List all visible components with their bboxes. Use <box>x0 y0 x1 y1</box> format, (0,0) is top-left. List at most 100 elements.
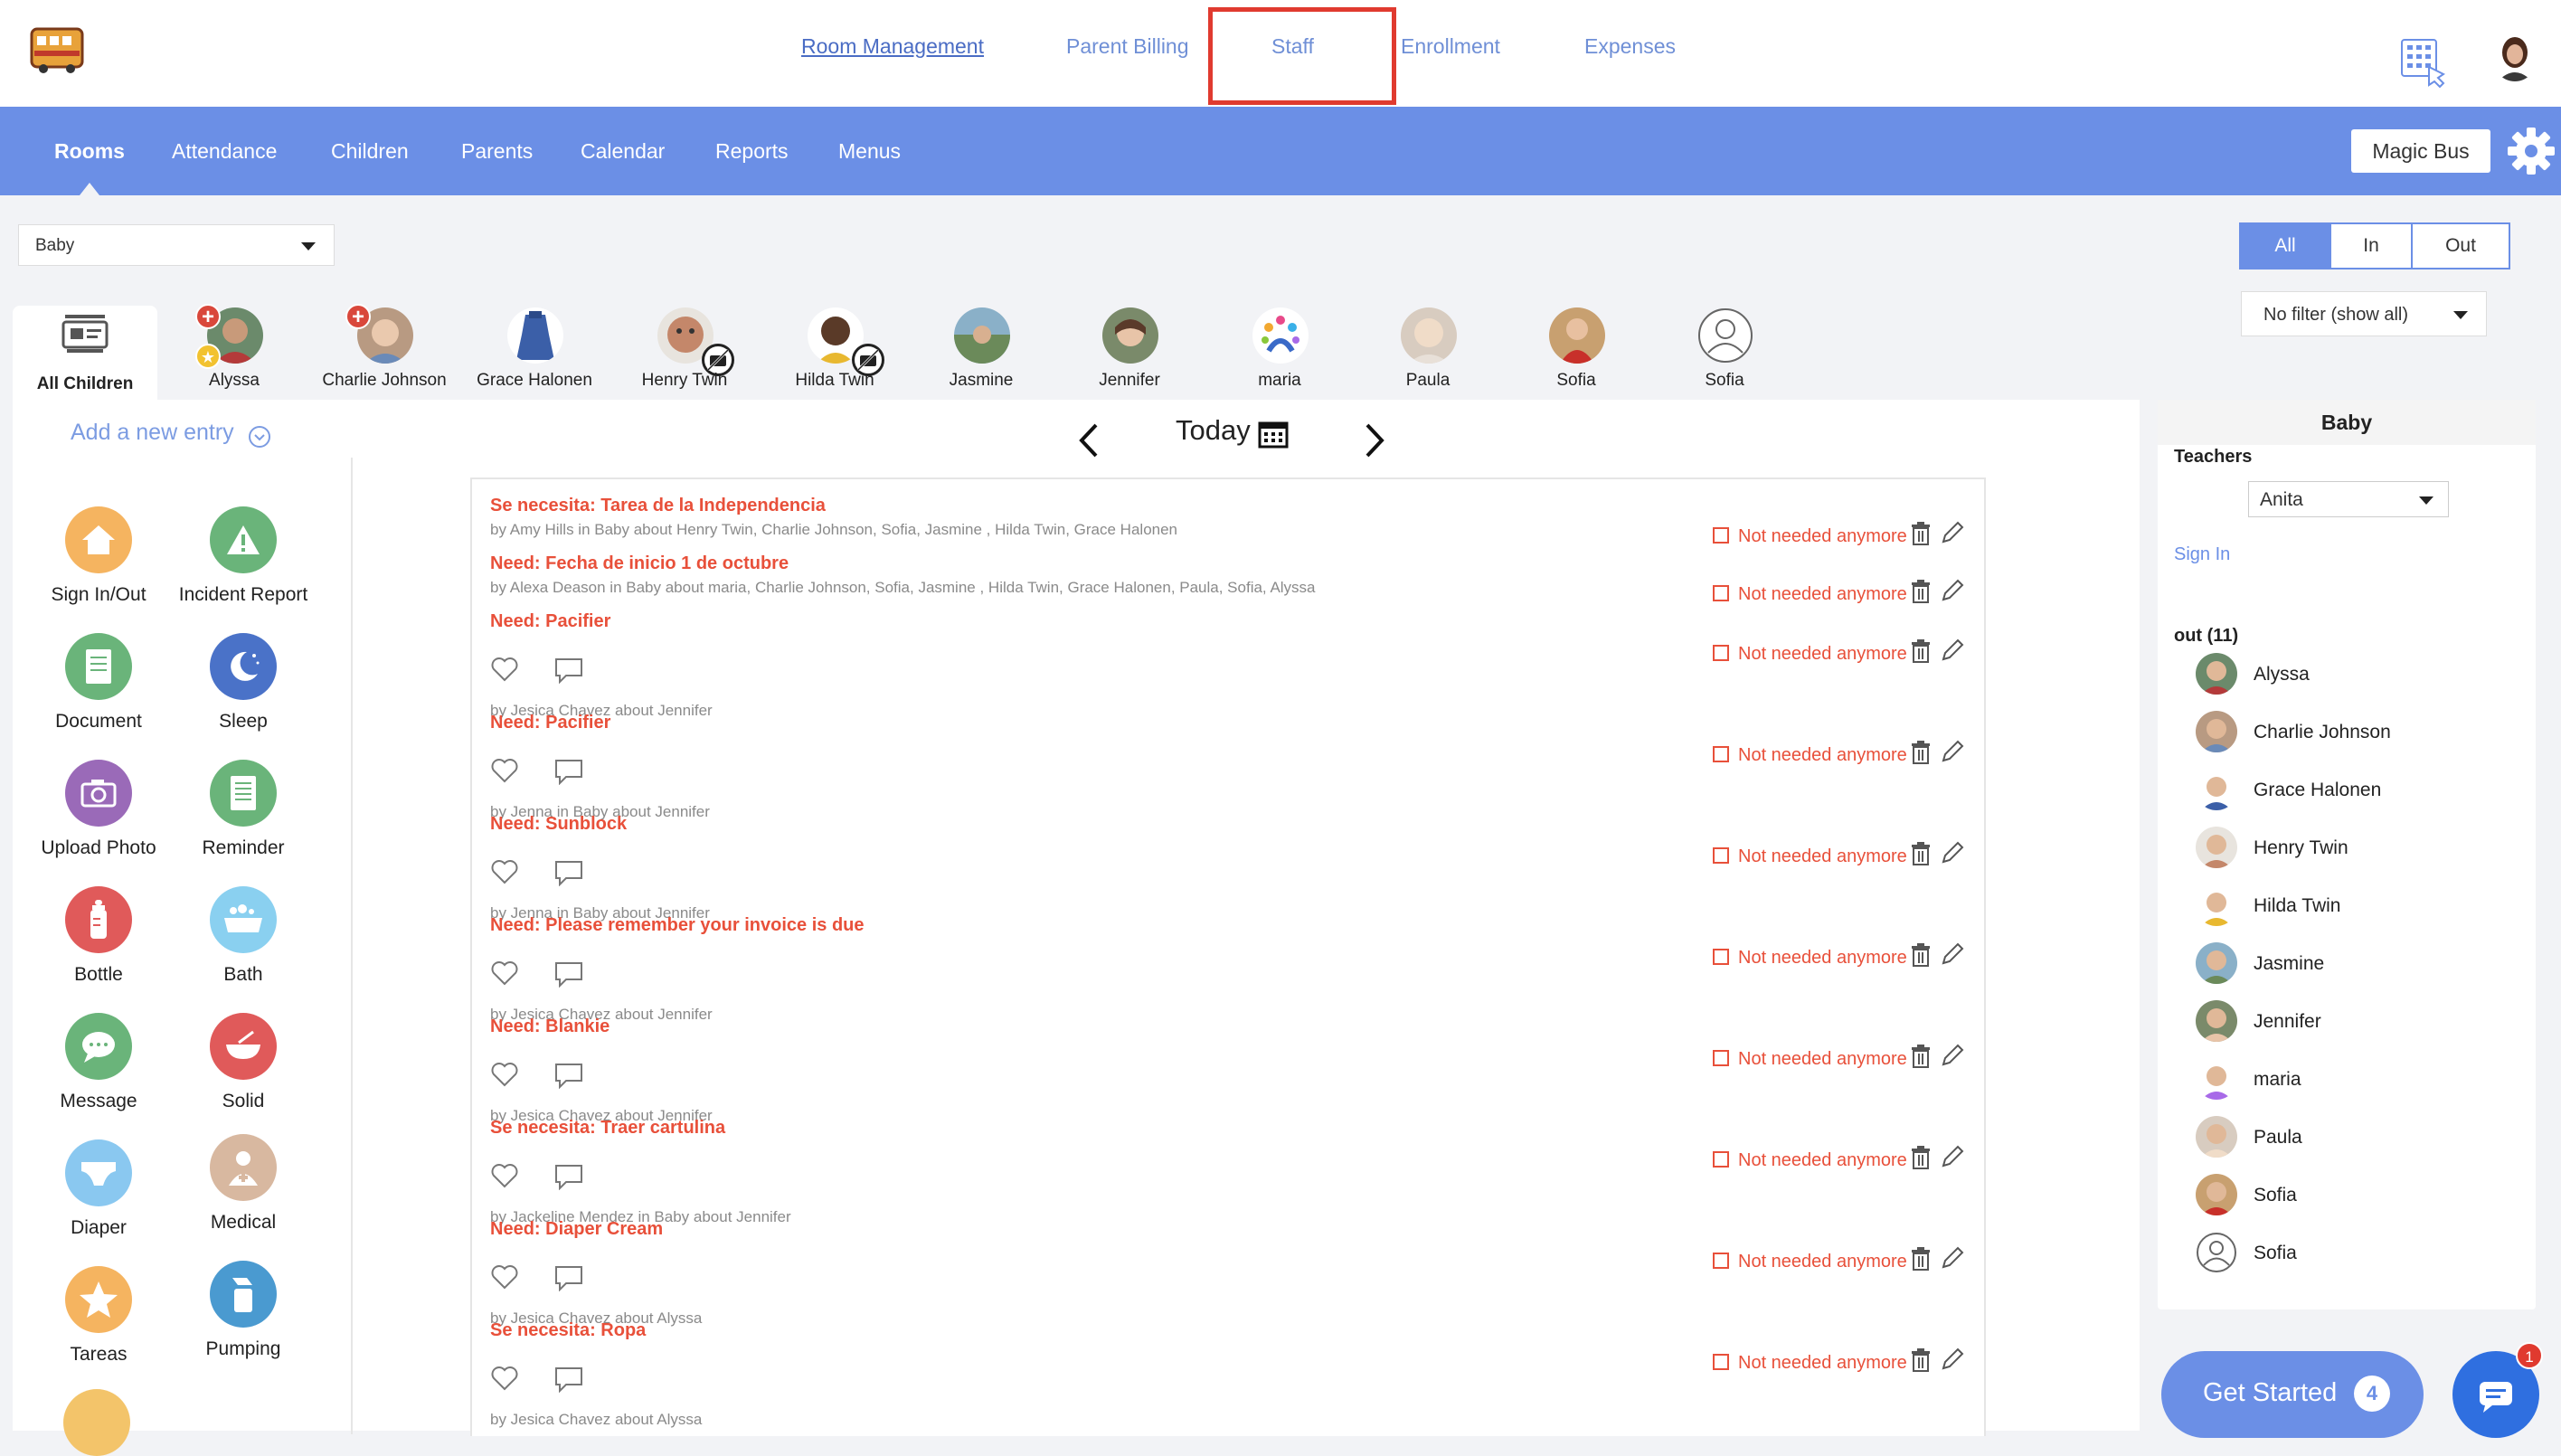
out-child-row[interactable]: Hilda Twin <box>2196 884 2521 933</box>
calendar-icon[interactable] <box>1258 420 1289 449</box>
comment-icon[interactable] <box>553 1062 584 1089</box>
entry-title[interactable]: Need: Fecha de inicio 1 de octubre <box>490 553 789 574</box>
trash-icon[interactable] <box>1910 1145 1932 1170</box>
pencil-icon[interactable] <box>1941 1347 1964 1371</box>
out-child-row[interactable]: Paula <box>2196 1116 2521 1165</box>
comment-icon[interactable] <box>553 758 584 785</box>
out-child-row[interactable]: Grace Halonen <box>2196 769 2521 818</box>
out-child-row[interactable]: Jasmine <box>2196 942 2521 991</box>
not-needed-checkbox[interactable]: Not needed anymore <box>1713 1252 1907 1272</box>
user-avatar[interactable] <box>2492 33 2537 81</box>
action-more-icon[interactable] <box>63 1389 130 1456</box>
topnav-parent-billing[interactable]: Parent Billing <box>1066 33 1189 60</box>
child-sofia-2[interactable]: Sofia <box>1648 304 1801 394</box>
teacher-select[interactable]: Anita <box>2248 481 2449 517</box>
heart-icon[interactable] <box>490 1060 519 1089</box>
out-child-row[interactable]: Alyssa <box>2196 653 2521 702</box>
action-message[interactable]: Message <box>31 1009 166 1127</box>
child-charlie-johnson[interactable]: + Charlie Johnson <box>307 304 461 394</box>
child-alyssa[interactable]: + ★ Alyssa <box>157 304 311 394</box>
gear-icon[interactable] <box>2507 127 2556 175</box>
entry-title[interactable]: Need: Pacifier <box>490 713 610 733</box>
pencil-icon[interactable] <box>1941 521 1964 544</box>
action-sign-in-out[interactable]: Sign In/Out <box>31 503 166 620</box>
pencil-icon[interactable] <box>1941 638 1964 662</box>
not-needed-checkbox[interactable]: Not needed anymore <box>1713 745 1907 766</box>
entry-title[interactable]: Need: Please remember your invoice is du… <box>490 915 865 936</box>
not-needed-checkbox[interactable]: Not needed anymore <box>1713 1150 1907 1171</box>
nav-rooms[interactable]: Rooms <box>54 137 125 165</box>
entry-title[interactable]: Se necesita: Ropa <box>490 1320 646 1341</box>
action-reminder[interactable]: Reminder <box>175 756 311 874</box>
all-children-tab[interactable]: All Children <box>13 306 157 400</box>
nav-calendar[interactable]: Calendar <box>581 137 665 165</box>
action-incident-report[interactable]: Incident Report <box>175 503 311 620</box>
action-diaper[interactable]: Diaper <box>31 1136 166 1253</box>
heart-icon[interactable] <box>490 655 519 684</box>
keypad-icon[interactable] <box>2400 36 2447 89</box>
comment-icon[interactable] <box>553 859 584 886</box>
nav-children[interactable]: Children <box>331 137 409 165</box>
child-jennifer[interactable]: Jennifer <box>1053 304 1206 394</box>
child-jasmine[interactable]: Jasmine <box>904 304 1058 394</box>
child-paula[interactable]: Paula <box>1351 304 1505 394</box>
heart-icon[interactable] <box>490 959 519 988</box>
out-child-row[interactable]: maria <box>2196 1058 2521 1107</box>
nav-attendance[interactable]: Attendance <box>172 137 277 165</box>
trash-icon[interactable] <box>1910 1044 1932 1069</box>
child-grace-halonen[interactable]: Grace Halonen <box>458 304 611 394</box>
room-select[interactable]: Baby <box>18 224 335 266</box>
not-needed-checkbox[interactable]: Not needed anymore <box>1713 948 1907 969</box>
trash-icon[interactable] <box>1910 579 1932 604</box>
pencil-icon[interactable] <box>1941 740 1964 763</box>
action-bath[interactable]: Bath <box>175 883 311 1000</box>
not-needed-checkbox[interactable]: Not needed anymore <box>1713 1353 1907 1374</box>
child-hilda-twin[interactable]: Hilda Twin <box>758 304 912 394</box>
trash-icon[interactable] <box>1910 1347 1932 1373</box>
entry-title[interactable]: Need: Diaper Cream <box>490 1219 663 1240</box>
trash-icon[interactable] <box>1910 1246 1932 1272</box>
not-needed-checkbox[interactable]: Not needed anymore <box>1713 584 1907 605</box>
heart-icon[interactable] <box>490 1161 519 1190</box>
topnav-room-management[interactable]: Room Management <box>801 33 984 60</box>
comment-icon[interactable] <box>553 1366 584 1393</box>
out-child-row[interactable]: Sofia <box>2196 1174 2521 1223</box>
trash-icon[interactable] <box>1910 942 1932 968</box>
pencil-icon[interactable] <box>1941 1145 1964 1168</box>
nav-parents[interactable]: Parents <box>461 137 533 165</box>
filter-all-button[interactable]: All <box>2239 222 2331 269</box>
out-child-row[interactable]: Sofia <box>2196 1232 2521 1281</box>
filter-in-button[interactable]: In <box>2329 222 2413 269</box>
date-label[interactable]: Today <box>1176 414 1251 447</box>
school-name-button[interactable]: Magic Bus <box>2351 129 2490 173</box>
action-sleep[interactable]: Sleep <box>175 629 311 747</box>
nav-menus[interactable]: Menus <box>838 137 901 165</box>
not-needed-checkbox[interactable]: Not needed anymore <box>1713 526 1907 547</box>
action-document[interactable]: Document <box>31 629 166 747</box>
action-pumping[interactable]: Pumping <box>175 1257 311 1375</box>
entry-title[interactable]: Se necesita: Tarea de la Independencia <box>490 496 826 516</box>
chevron-right-icon[interactable] <box>1358 418 1391 463</box>
add-new-entry-link[interactable]: Add a new entry <box>71 420 234 446</box>
status-filter-select[interactable]: No filter (show all) <box>2241 291 2487 336</box>
entry-title[interactable]: Se necesita: Traer cartulina <box>490 1118 725 1139</box>
comment-icon[interactable] <box>553 657 584 684</box>
nav-reports[interactable]: Reports <box>715 137 789 165</box>
not-needed-checkbox[interactable]: Not needed anymore <box>1713 1049 1907 1070</box>
out-child-row[interactable]: Charlie Johnson <box>2196 711 2521 760</box>
child-maria[interactable]: maria <box>1203 304 1356 394</box>
action-tareas[interactable]: Tareas <box>31 1262 166 1380</box>
trash-icon[interactable] <box>1910 521 1932 546</box>
chevron-down-circle-icon[interactable] <box>248 425 271 449</box>
filter-out-button[interactable]: Out <box>2411 222 2510 269</box>
heart-icon[interactable] <box>490 857 519 886</box>
out-child-row[interactable]: Henry Twin <box>2196 827 2521 875</box>
teacher-sign-in-link[interactable]: Sign In <box>2174 544 2230 565</box>
child-sofia[interactable]: Sofia <box>1499 304 1653 394</box>
trash-icon[interactable] <box>1910 841 1932 866</box>
action-bottle[interactable]: Bottle <box>31 883 166 1000</box>
pencil-icon[interactable] <box>1941 841 1964 865</box>
pencil-icon[interactable] <box>1941 1246 1964 1270</box>
action-upload-photo[interactable]: Upload Photo <box>31 756 166 874</box>
heart-icon[interactable] <box>490 756 519 785</box>
